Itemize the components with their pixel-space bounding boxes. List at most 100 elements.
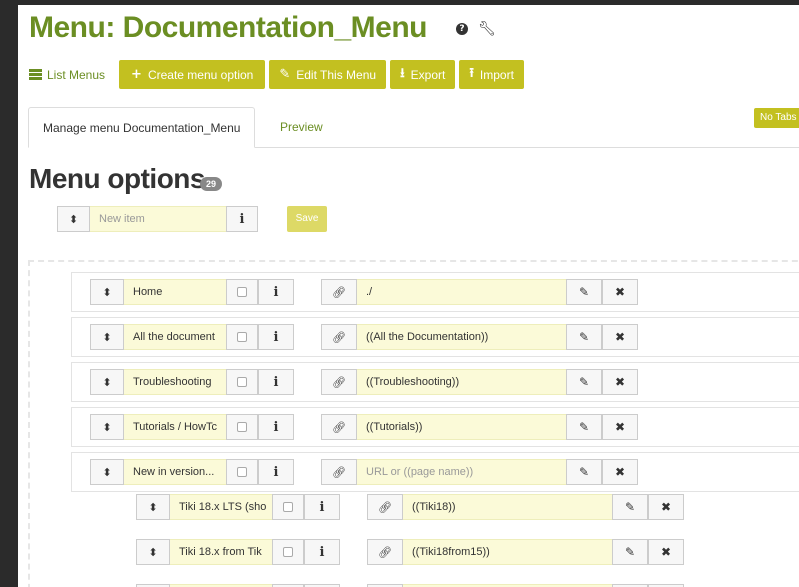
sort-handle-icon[interactable]: ⬍: [90, 459, 124, 485]
option-url-input[interactable]: ((Tiki18)): [403, 494, 612, 520]
plus-icon: +: [131, 67, 142, 82]
delete-icon[interactable]: ✖: [602, 324, 638, 350]
new-item-input[interactable]: New item: [90, 206, 226, 232]
save-button[interactable]: Save: [287, 206, 327, 232]
sort-handle-icon[interactable]: ⬍: [136, 539, 170, 565]
menu-option-url-group: 🔗︎ ((Tutorials)) ✎ ✖: [321, 414, 638, 440]
info-icon[interactable]: i: [304, 494, 340, 520]
delete-icon[interactable]: ✖: [602, 459, 638, 485]
link-icon[interactable]: 🔗︎: [321, 459, 357, 485]
create-menu-option-button[interactable]: + Create menu option: [119, 60, 266, 89]
option-url-input[interactable]: ((Tutorials)): [357, 414, 566, 440]
option-url-input[interactable]: ./: [357, 279, 566, 305]
menu-option-label-group: ⬍ Tiki 18.x LTS (sho i: [136, 494, 340, 520]
toolbar: List Menus + Create menu option ✎ Edit T…: [29, 60, 528, 89]
menu-option-label-group: ⬍ Troubleshooting i: [90, 369, 294, 395]
link-icon[interactable]: 🔗︎: [367, 494, 403, 520]
list-menus-link[interactable]: List Menus: [29, 68, 105, 82]
edit-icon: ✎: [279, 67, 291, 82]
sort-handle-icon[interactable]: ⬍: [90, 324, 124, 350]
sort-handle-icon[interactable]: ⬍: [136, 494, 170, 520]
option-checkbox[interactable]: [272, 539, 304, 565]
sort-handle-icon[interactable]: ⬍: [90, 414, 124, 440]
section-title: Menu options: [29, 163, 205, 194]
option-label-input[interactable]: New in version...: [124, 459, 226, 485]
download-icon: ⭳: [400, 65, 405, 81]
menu-option-label-group: ⬍ Tutorials / HowTc i: [90, 414, 294, 440]
create-menu-option-label: Create menu option: [147, 67, 254, 82]
info-icon[interactable]: i: [258, 414, 294, 440]
option-checkbox[interactable]: [226, 414, 258, 440]
info-icon[interactable]: i: [304, 539, 340, 565]
edit-icon[interactable]: ✎: [612, 539, 648, 565]
link-icon[interactable]: 🔗︎: [367, 539, 403, 565]
delete-icon[interactable]: ✖: [602, 369, 638, 395]
delete-icon[interactable]: ✖: [602, 414, 638, 440]
option-url-input[interactable]: ((Tiki18from15)): [403, 539, 612, 565]
edit-icon[interactable]: ✎: [566, 279, 602, 305]
option-checkbox[interactable]: [226, 369, 258, 395]
checkbox-icon: [283, 547, 293, 557]
checkbox-icon: [237, 332, 247, 342]
checkbox-icon: [283, 502, 293, 512]
edit-icon[interactable]: ✎: [566, 369, 602, 395]
menu-option-url-group: 🔗︎ URL or ((page name)) ✎ ✖: [321, 459, 638, 485]
import-label: Import: [479, 67, 514, 82]
edit-icon[interactable]: ✎: [566, 414, 602, 440]
checkbox-icon: [237, 422, 247, 432]
wrench-icon[interactable]: 🔧︎: [478, 21, 496, 37]
option-url-input[interactable]: URL or ((page name)): [357, 459, 566, 485]
option-checkbox[interactable]: [226, 324, 258, 350]
option-checkbox[interactable]: [226, 459, 258, 485]
checkbox-icon: [237, 467, 247, 477]
info-icon[interactable]: i: [258, 279, 294, 305]
link-icon[interactable]: 🔗︎: [321, 279, 357, 305]
question-circle-icon[interactable]: ?: [456, 23, 468, 35]
upload-icon: ⭱: [469, 65, 474, 81]
export-button[interactable]: ⭳ Export: [390, 60, 456, 89]
sort-handle-icon[interactable]: ⬍: [90, 279, 124, 305]
edit-icon[interactable]: ✎: [612, 494, 648, 520]
option-checkbox[interactable]: [226, 279, 258, 305]
menu-option-url-group: 🔗︎ ((Tiki18from15)) ✎ ✖: [367, 539, 684, 565]
edit-menu-button[interactable]: ✎ Edit This Menu: [269, 60, 387, 89]
import-button[interactable]: ⭱ Import: [459, 60, 524, 89]
info-icon[interactable]: i: [258, 369, 294, 395]
list-menus-label: List Menus: [47, 67, 106, 82]
menu-option-url-group: 🔗︎ ((Tiki18)) ✎ ✖: [367, 494, 684, 520]
page-title: Menu: Documentation_Menu: [29, 11, 428, 44]
page: Menu: Documentation_Menu ? 🔧︎ List Menus…: [18, 5, 799, 587]
option-label-input[interactable]: Tiki 18.x LTS (sho: [170, 494, 272, 520]
option-label-input[interactable]: All the document: [124, 324, 226, 350]
link-icon[interactable]: 🔗︎: [321, 414, 357, 440]
option-label-input[interactable]: Home: [124, 279, 226, 305]
checkbox-icon: [237, 287, 247, 297]
sort-handle-icon[interactable]: ⬍: [90, 369, 124, 395]
edit-icon[interactable]: ✎: [566, 459, 602, 485]
info-icon[interactable]: i: [258, 324, 294, 350]
menu-option-url-group: 🔗︎ ((Troubleshooting)) ✎ ✖: [321, 369, 638, 395]
info-icon[interactable]: i: [226, 206, 258, 232]
tab-preview[interactable]: Preview: [266, 107, 337, 148]
option-url-input[interactable]: ((Troubleshooting)): [357, 369, 566, 395]
option-checkbox[interactable]: [272, 494, 304, 520]
tab-manage-menu[interactable]: Manage menu Documentation_Menu: [28, 107, 256, 148]
menu-option-label-group: ⬍ All the document i: [90, 324, 294, 350]
option-url-input[interactable]: ((All the Documentation)): [357, 324, 566, 350]
new-item-group: ⬍ New item i: [57, 206, 258, 232]
edit-icon[interactable]: ✎: [566, 324, 602, 350]
link-icon[interactable]: 🔗︎: [321, 369, 357, 395]
delete-icon[interactable]: ✖: [648, 539, 684, 565]
count-badge: 29: [200, 177, 223, 191]
list-icon: [29, 69, 42, 80]
menu-option-label-group: ⬍ Home i: [90, 279, 294, 305]
option-label-input[interactable]: Troubleshooting: [124, 369, 226, 395]
info-icon[interactable]: i: [258, 459, 294, 485]
link-icon[interactable]: 🔗︎: [321, 324, 357, 350]
checkbox-icon: [237, 377, 247, 387]
option-label-input[interactable]: Tutorials / HowTc: [124, 414, 226, 440]
delete-icon[interactable]: ✖: [648, 494, 684, 520]
delete-icon[interactable]: ✖: [602, 279, 638, 305]
option-label-input[interactable]: Tiki 18.x from Tik: [170, 539, 272, 565]
sort-handle-icon[interactable]: ⬍: [57, 206, 90, 232]
